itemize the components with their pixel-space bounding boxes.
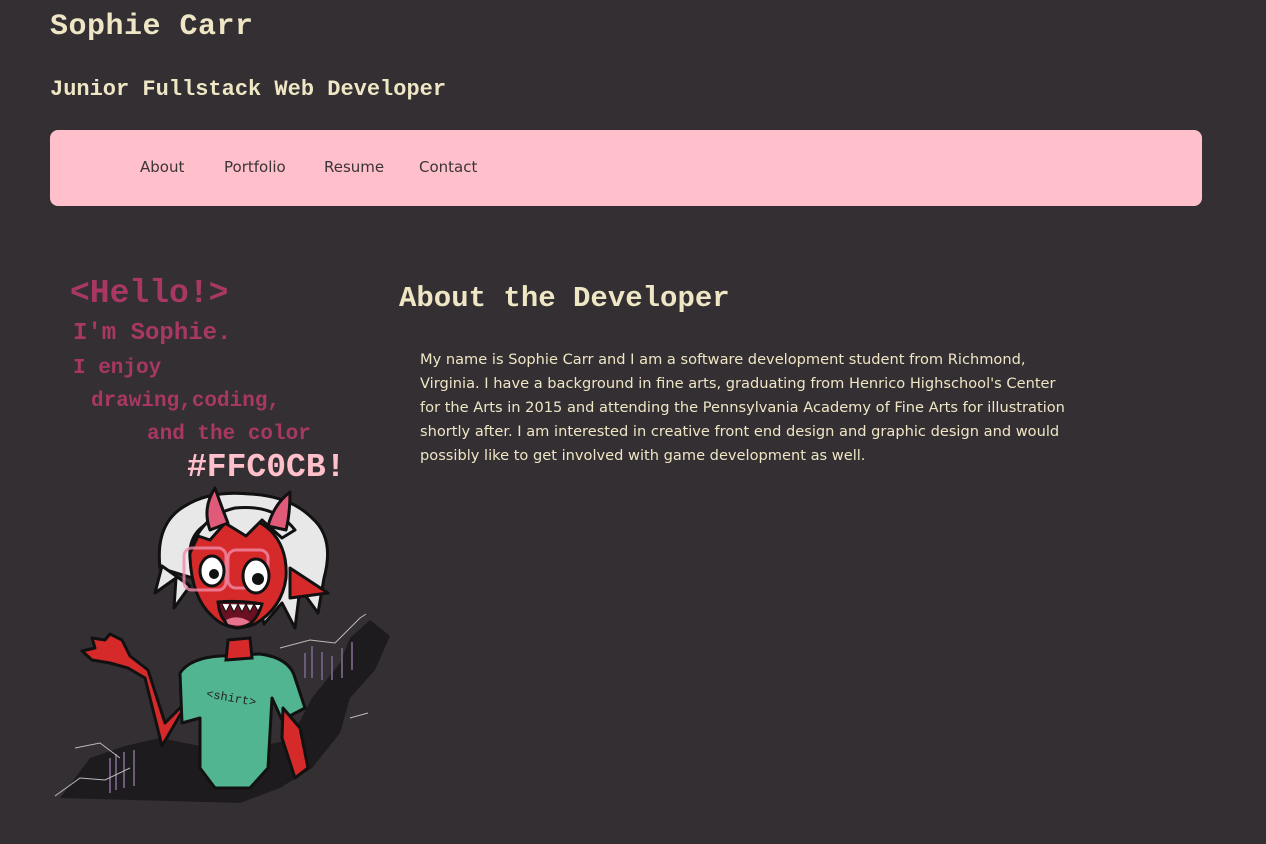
nav-link-resume[interactable]: Resume bbox=[324, 158, 384, 176]
color-text: and the color bbox=[147, 423, 311, 446]
intro-text: I'm Sophie. bbox=[73, 320, 231, 347]
nav-link-about[interactable]: About bbox=[140, 158, 184, 176]
about-title: About the Developer bbox=[399, 282, 730, 315]
hello-text: <Hello!> bbox=[70, 275, 228, 312]
nav-link-contact[interactable]: Contact bbox=[419, 158, 477, 176]
hobbies-text: drawing,coding, bbox=[91, 390, 280, 413]
enjoy-text: I enjoy bbox=[73, 357, 162, 380]
waving-arm bbox=[80, 632, 192, 748]
color-hex-text: #FFC0CB! bbox=[187, 449, 345, 486]
site-role: Junior Fullstack Web Developer bbox=[50, 77, 447, 102]
about-description: My name is Sophie Carr and I am a softwa… bbox=[420, 351, 1065, 464]
nav-link-portfolio[interactable]: Portfolio bbox=[224, 158, 286, 176]
avatar-illustration: <Hello!> I'm Sophie. I enjoy drawing,cod… bbox=[54, 275, 390, 803]
navbar: About Portfolio Resume Contact bbox=[50, 130, 1202, 206]
site-name: Sophie Carr bbox=[50, 10, 254, 44]
